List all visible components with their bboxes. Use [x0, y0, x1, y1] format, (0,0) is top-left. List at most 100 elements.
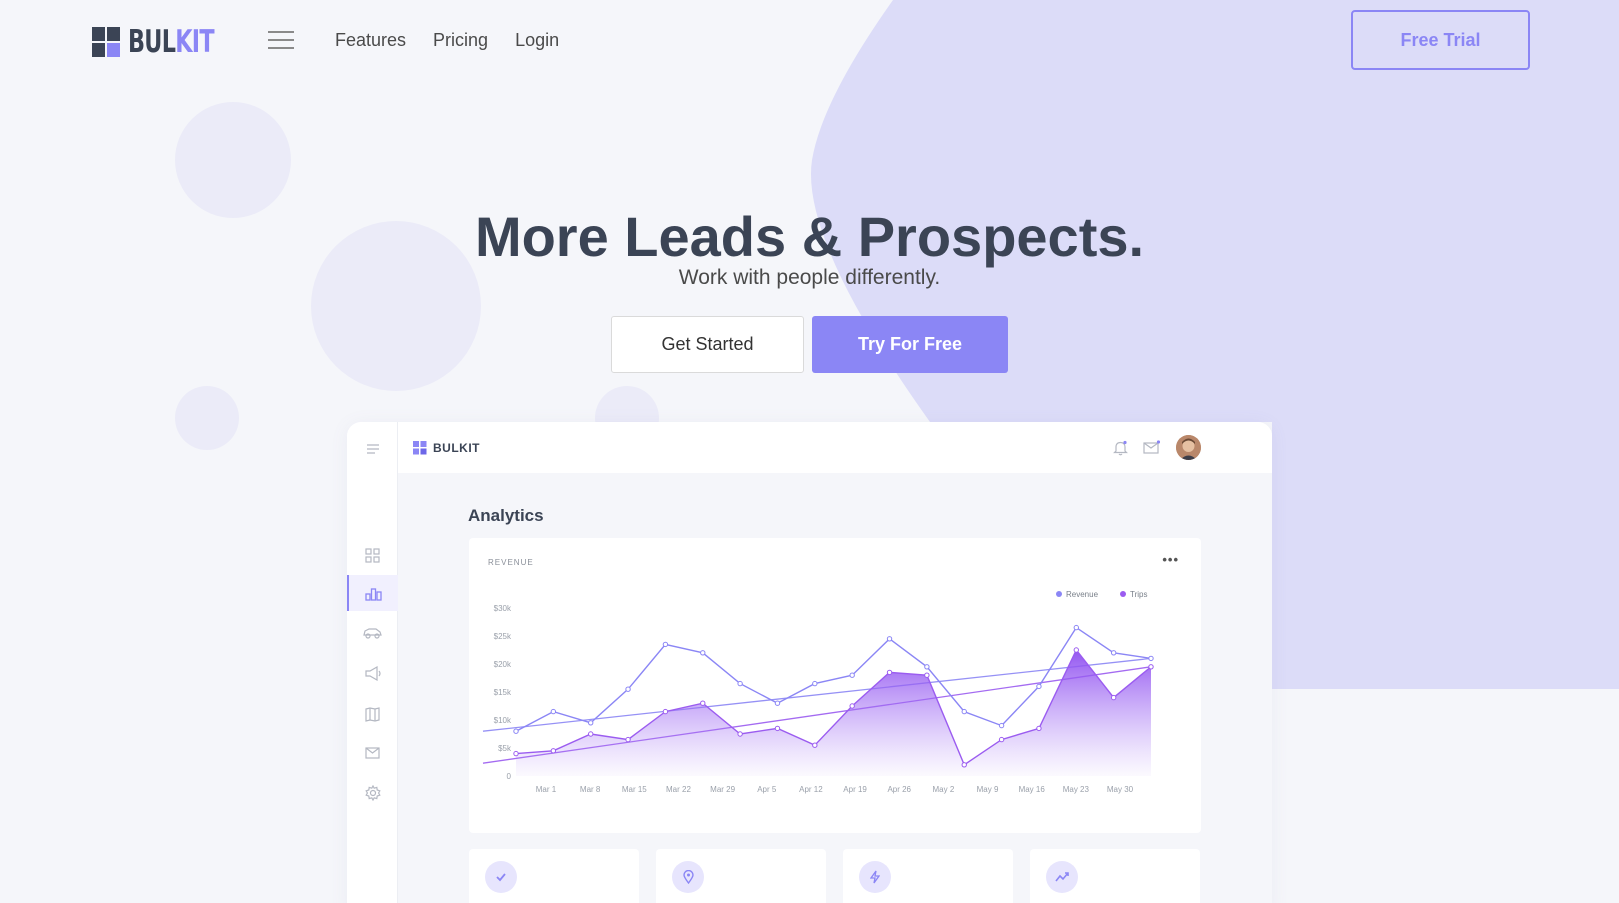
- menu-icon[interactable]: [347, 431, 398, 467]
- x-tick-label: Apr 26: [887, 785, 911, 794]
- revenue-chart-card: REVENUE ••• $30k $25k $20k $15k $10k $5k 0 Mar …: [469, 538, 1201, 833]
- dashboard-sidebar: [347, 422, 398, 903]
- revenue-point: [1073, 624, 1079, 631]
- x-tick-label: May 16: [1019, 785, 1046, 794]
- y-tick-label: $30k: [494, 604, 512, 613]
- nav-links: Features Pricing Login: [335, 30, 586, 51]
- navbar: BULKIT Features Pricing Login Free Trial: [0, 0, 1619, 80]
- avatar[interactable]: [1176, 435, 1201, 460]
- revenue-point: [961, 708, 967, 715]
- y-tick-label: $10k: [494, 716, 512, 725]
- trips-point: [1073, 647, 1079, 653]
- nav-link-features[interactable]: Features: [335, 30, 406, 51]
- hero-title: More Leads & Prospects.: [474, 205, 1145, 268]
- revenue-point: [588, 720, 594, 726]
- trips-point: [1148, 664, 1154, 670]
- trips-point: [550, 748, 557, 754]
- legend-label: Trips: [1130, 590, 1147, 599]
- trips-point: [700, 700, 706, 706]
- car-icon[interactable]: [347, 615, 398, 651]
- logo-mark-icon: [413, 441, 427, 455]
- nav-link-login[interactable]: Login: [515, 30, 559, 51]
- trips-point: [961, 762, 967, 768]
- revenue-point: [849, 672, 855, 678]
- settings-icon[interactable]: [347, 775, 398, 811]
- revenue-point: [662, 641, 669, 648]
- x-tick-label: Mar 22: [666, 785, 691, 794]
- hero-subtitle: Work with people differently.: [678, 266, 941, 289]
- stat-card[interactable]: [843, 849, 1013, 903]
- legend-dot: [1120, 591, 1126, 597]
- y-tick-label: $25k: [494, 632, 512, 641]
- y-tick-label: $5k: [498, 744, 512, 753]
- bar-chart-icon[interactable]: [347, 575, 398, 611]
- revenue-point: [998, 722, 1005, 729]
- x-tick-label: May 23: [1063, 785, 1090, 794]
- dashboard-logo-text: BULKIT: [433, 441, 480, 455]
- try-for-free-button[interactable]: Try For Free: [812, 316, 1008, 373]
- megaphone-icon[interactable]: [347, 655, 398, 691]
- revenue-point: [812, 680, 818, 687]
- mail-icon[interactable]: [347, 735, 398, 771]
- y-tick-label: $15k: [494, 688, 512, 697]
- stat-card[interactable]: [1030, 849, 1200, 903]
- trips-point: [924, 672, 930, 678]
- check-icon: [485, 861, 517, 893]
- x-tick-label: Apr 19: [843, 785, 867, 794]
- brand-logo[interactable]: BULKIT: [92, 24, 247, 60]
- trips-point: [625, 736, 631, 743]
- y-tick-label: 0: [507, 772, 512, 781]
- revenue-point: [1110, 650, 1117, 656]
- x-tick-label: Mar 1: [536, 785, 557, 794]
- trips-point: [774, 725, 781, 732]
- x-tick-label: Mar 15: [622, 785, 647, 794]
- logo-text: BULKIT: [128, 24, 215, 60]
- trips-point: [812, 742, 818, 748]
- bell-icon[interactable]: [1113, 440, 1128, 461]
- logo-mark-icon: [92, 27, 120, 57]
- trips-point: [588, 731, 594, 737]
- x-tick-label: Apr 12: [799, 785, 823, 794]
- revenue-point: [1148, 655, 1154, 662]
- trips-point: [513, 750, 519, 757]
- mail-icon[interactable]: [1143, 440, 1161, 459]
- trips-point: [886, 669, 893, 676]
- get-started-button[interactable]: Get Started: [611, 316, 804, 373]
- analytics-title: Analytics: [468, 506, 544, 525]
- x-tick-label: May 30: [1107, 785, 1134, 794]
- trips-point: [998, 736, 1005, 743]
- revenue-chart: $30k $25k $20k $15k $10k $5k 0 Mar 1 Mar 8 Mar 15…: [482, 590, 1154, 794]
- trips-point: [849, 703, 855, 709]
- revenue-point: [1036, 683, 1042, 690]
- bolt-icon: [859, 861, 891, 893]
- stat-card[interactable]: [469, 849, 639, 903]
- revenue-point: [700, 650, 706, 656]
- trips-point: [1110, 694, 1117, 701]
- free-trial-button[interactable]: Free Trial: [1351, 10, 1530, 70]
- revenue-point: [625, 686, 631, 692]
- stat-card[interactable]: [656, 849, 826, 903]
- revenue-point: [924, 664, 930, 670]
- map-icon[interactable]: [347, 696, 398, 732]
- revenue-point: [550, 708, 557, 715]
- grid-icon[interactable]: [347, 537, 398, 573]
- x-tick-label: Apr 5: [757, 785, 777, 794]
- decor-circle: [175, 102, 291, 218]
- legend-label: Revenue: [1066, 590, 1099, 599]
- x-tick-label: Mar 8: [580, 785, 601, 794]
- x-tick-label: May 9: [977, 785, 999, 794]
- decor-circle: [175, 386, 239, 450]
- revenue-point: [513, 728, 519, 734]
- dashboard-logo[interactable]: BULKIT: [413, 441, 480, 455]
- trips-point: [737, 731, 743, 737]
- revenue-point: [737, 680, 743, 687]
- location-pin-icon: [672, 861, 704, 893]
- revenue-point: [886, 636, 893, 642]
- hamburger-icon[interactable]: [268, 31, 294, 49]
- x-tick-label: May 2: [932, 785, 954, 794]
- trend-icon: [1046, 861, 1078, 893]
- legend-dot: [1056, 591, 1062, 597]
- nav-link-pricing[interactable]: Pricing: [433, 30, 488, 51]
- revenue-point: [774, 700, 781, 706]
- dashboard-topbar: [398, 422, 1272, 473]
